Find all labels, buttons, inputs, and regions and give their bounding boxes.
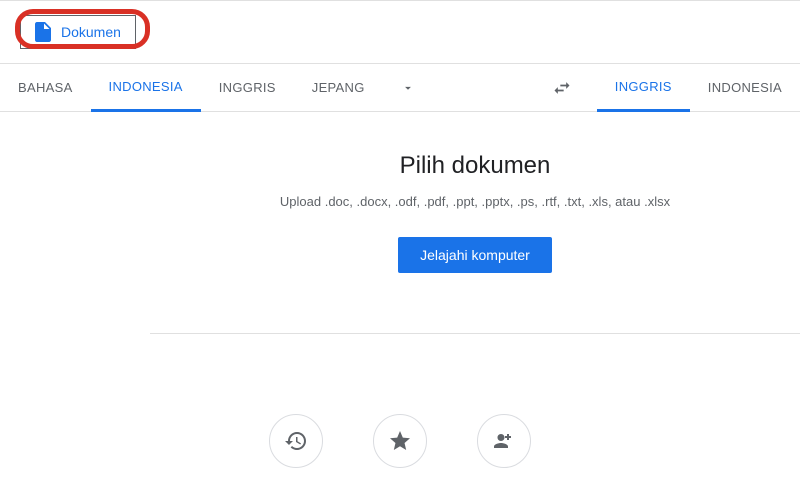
history-icon: [284, 429, 308, 453]
community-button[interactable]: [477, 414, 531, 468]
target-lang-inggris[interactable]: INGGRIS: [597, 64, 690, 112]
source-lang-inggris[interactable]: INGGRIS: [201, 64, 294, 112]
document-icon: [35, 22, 51, 42]
history-button[interactable]: [269, 414, 323, 468]
star-icon: [388, 429, 412, 453]
people-icon: [492, 429, 516, 453]
chevron-down-icon[interactable]: [383, 64, 433, 112]
dokumen-label: Dokumen: [61, 24, 121, 40]
dokumen-button[interactable]: Dokumen: [20, 15, 136, 49]
saved-button[interactable]: [373, 414, 427, 468]
browse-button[interactable]: Jelajahi komputer: [398, 237, 552, 273]
upload-title: Pilih dokumen: [150, 152, 800, 180]
source-lang-jepang[interactable]: JEPANG: [294, 64, 383, 112]
target-lang-indonesia[interactable]: INDONESIA: [690, 64, 800, 112]
language-bar: BAHASA INDONESIA INGGRIS JEPANG INGGRIS …: [0, 64, 800, 112]
swap-icon[interactable]: [527, 64, 597, 112]
main-upload-area: Pilih dokumen Upload .doc, .docx, .odf, …: [150, 112, 800, 334]
upload-subtitle: Upload .doc, .docx, .odf, .pdf, .ppt, .p…: [150, 194, 800, 209]
top-toolbar: Dokumen: [0, 0, 800, 64]
footer-actions: [0, 334, 800, 468]
source-lang-detect[interactable]: BAHASA: [0, 64, 91, 112]
source-lang-indonesia[interactable]: INDONESIA: [91, 64, 201, 112]
